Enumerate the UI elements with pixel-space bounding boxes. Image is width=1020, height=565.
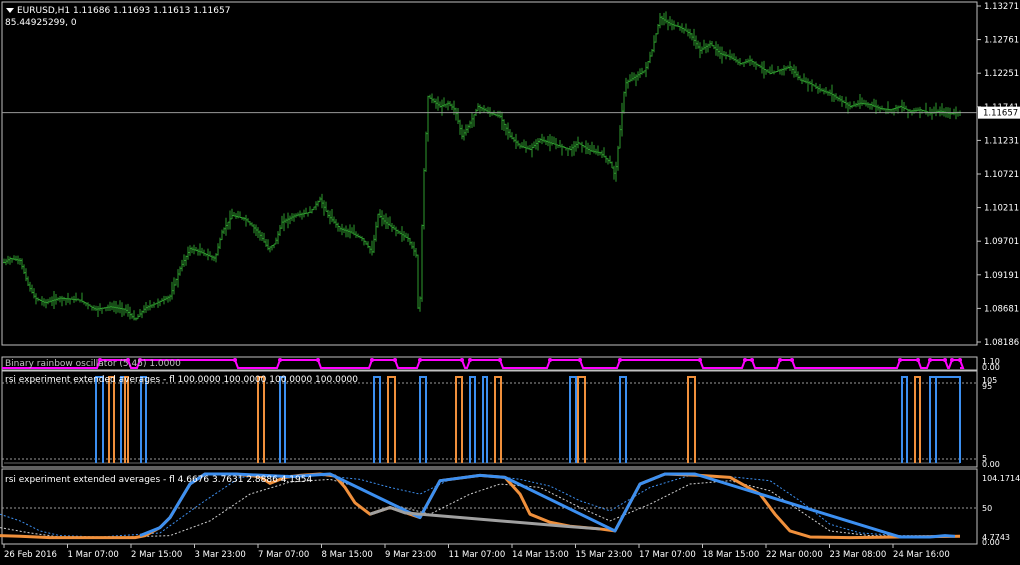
price-tick-label: 1.08186 <box>984 338 1019 348</box>
price-tick-label: 1.08681 <box>984 304 1019 314</box>
time-tick-label: 8 Mar 15:00 <box>322 550 373 560</box>
rainbow-axis-label: 0.00 <box>982 363 1000 372</box>
price-tick-label: 1.11231 <box>984 136 1019 146</box>
price-tick-label: 1.12761 <box>984 36 1019 46</box>
time-tick-label: 26 Feb 2016 <box>4 550 57 560</box>
rainbow-point <box>233 358 237 362</box>
rainbow-point <box>790 358 794 362</box>
rainbow-point <box>418 358 422 362</box>
rsi-averages-axis-label: 104.1714 <box>982 474 1020 483</box>
rainbow-title: Binary rainbow oscillator (5,45) 1.0000 <box>5 359 181 369</box>
rainbow-point <box>916 358 920 362</box>
price-tick-label: 1.12251 <box>984 69 1019 79</box>
time-tick-label: 24 Mar 16:00 <box>893 550 950 560</box>
rainbow-point <box>958 358 962 362</box>
rainbow-point <box>316 358 320 362</box>
current-price-label: 1.11657 <box>983 109 1018 119</box>
time-tick-label: 18 Mar 15:00 <box>703 550 760 560</box>
rainbow-point <box>898 358 902 362</box>
rainbow-point <box>393 358 397 362</box>
time-tick-label: 9 Mar 23:00 <box>385 550 436 560</box>
time-tick-label: 7 Mar 07:00 <box>258 550 309 560</box>
rsi-binary-axis-label: 95 <box>982 382 992 391</box>
rainbow-point <box>468 358 472 362</box>
value-readout: 85.44925299, 0 <box>5 18 77 28</box>
rainbow-point <box>698 358 702 362</box>
rainbow-point <box>578 358 582 362</box>
price-tick-label: 1.09701 <box>984 237 1019 247</box>
symbol-header: EURUSD,H1 1.11686 1.11693 1.11613 1.1165… <box>17 6 231 16</box>
rainbow-point <box>943 358 947 362</box>
rsi-averages-axis-label: 50 <box>982 504 992 513</box>
rainbow-point <box>750 358 754 362</box>
time-tick-label: 17 Mar 07:00 <box>639 550 696 560</box>
time-tick-label: 14 Mar 15:00 <box>512 550 569 560</box>
rsi-averages-axis-label: 0.00 <box>982 538 1000 547</box>
time-tick-label: 1 Mar 07:00 <box>68 550 119 560</box>
price-tick-label: 1.10721 <box>984 170 1019 180</box>
rainbow-point <box>928 358 932 362</box>
rainbow-point <box>548 358 552 362</box>
price-tick-label: 1.10211 <box>984 204 1019 214</box>
time-tick-label: 15 Mar 23:00 <box>576 550 633 560</box>
time-tick-label: 11 Mar 07:00 <box>449 550 506 560</box>
price-tick-label: 1.09191 <box>984 271 1019 281</box>
rainbow-point <box>498 358 502 362</box>
time-tick-label: 2 Mar 15:00 <box>131 550 182 560</box>
time-tick-label: 22 Mar 00:00 <box>766 550 823 560</box>
rainbow-point <box>370 358 374 362</box>
rainbow-point <box>743 358 747 362</box>
time-tick-label: 3 Mar 23:00 <box>195 550 246 560</box>
rainbow-point <box>278 358 282 362</box>
rainbow-point <box>618 358 622 362</box>
rainbow-point <box>460 358 464 362</box>
price-tick-label: 1.13271 <box>984 2 1019 12</box>
rsi-binary-title: rsi experiment extended averages - fl 10… <box>5 375 358 385</box>
rainbow-point <box>950 358 954 362</box>
time-tick-label: 23 Mar 08:00 <box>830 550 887 560</box>
rsi-averages-title: rsi experiment extended averages - fl 4.… <box>5 475 313 485</box>
rainbow-point <box>778 358 782 362</box>
rsi-binary-axis-label: 0.00 <box>982 460 1000 469</box>
